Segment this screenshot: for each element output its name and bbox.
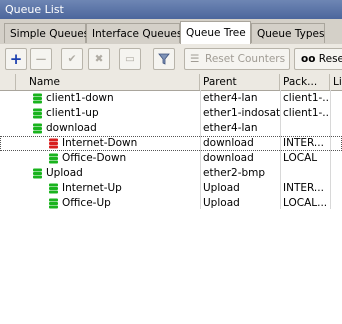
- cell-packet-marks: client1-...: [283, 107, 330, 119]
- cell-name: Office-Down: [62, 152, 127, 164]
- reset-all-counters-button[interactable]: oo Rese: [294, 48, 342, 70]
- column-header-name[interactable]: Name: [26, 74, 200, 90]
- filter-icon: [158, 53, 170, 65]
- column-header-parent[interactable]: Parent: [200, 74, 280, 90]
- remove-button[interactable]: −: [30, 48, 52, 70]
- oo-icon: oo: [301, 53, 316, 65]
- window-title: Queue List: [5, 3, 64, 16]
- reset-counters-icon: ☰: [190, 53, 200, 65]
- check-icon: ✔: [67, 53, 77, 65]
- cell-name: Internet-Up: [62, 182, 122, 194]
- column-header-limit[interactable]: Li: [330, 74, 342, 90]
- x-icon: ✖: [94, 53, 104, 65]
- queue-tree-table: Name Parent Pack... Li client1-down ether…: [0, 74, 342, 324]
- window-titlebar: Queue List: [0, 0, 342, 19]
- cell-name: client1-up: [46, 107, 99, 119]
- cell-parent: Upload: [203, 197, 240, 209]
- cell-parent: ether2-bmp: [203, 167, 266, 179]
- tab-queue-types[interactable]: Queue Types: [251, 23, 325, 43]
- reset-all-label: Rese: [318, 53, 342, 65]
- reset-counters-button[interactable]: ☰ Reset Counters: [184, 48, 290, 70]
- cell-name: client1-down: [46, 92, 114, 104]
- tab-interface-queues[interactable]: Interface Queues: [86, 23, 182, 43]
- table-row[interactable]: Upload ether2-bmp: [0, 166, 342, 181]
- table-row[interactable]: Office-Up Upload LOCAL...: [0, 196, 342, 211]
- cell-parent: ether4-lan: [203, 92, 258, 104]
- cell-packet-marks: client1-...: [283, 92, 330, 104]
- table-row[interactable]: client1-down ether4-lan client1-...: [0, 91, 342, 106]
- note-icon: ▭: [125, 53, 135, 65]
- toolbar: + − ✔ ✖ ▭ ☰ Reset Counters oo Rese: [0, 44, 342, 75]
- cell-name: Internet-Down: [62, 137, 138, 149]
- queue-disabled-icon: [48, 138, 59, 149]
- tab-queue-tree[interactable]: Queue Tree: [180, 21, 251, 44]
- cell-name: Office-Up: [62, 197, 111, 209]
- table-row[interactable]: Office-Down download LOCAL: [0, 151, 342, 166]
- queue-icon: [32, 108, 43, 119]
- table-row[interactable]: client1-up ether1-indosat client1-...: [0, 106, 342, 121]
- queue-icon: [32, 123, 43, 134]
- queue-icon: [48, 183, 59, 194]
- cell-parent: ether1-indosat: [203, 107, 280, 119]
- table-row[interactable]: download ether4-lan: [0, 121, 342, 136]
- table-row[interactable]: Internet-Up Upload INTER...: [0, 181, 342, 196]
- header-spacer: [0, 74, 16, 90]
- cell-parent: download: [203, 137, 254, 149]
- cell-packet-marks: [280, 166, 330, 181]
- add-button[interactable]: +: [5, 48, 27, 70]
- comment-button[interactable]: ▭: [119, 48, 141, 70]
- queue-icon: [32, 168, 43, 179]
- plus-icon: +: [9, 50, 23, 68]
- queue-icon: [48, 153, 59, 164]
- table-header: Name Parent Pack... Li: [0, 74, 342, 91]
- cell-packet-marks: LOCAL: [283, 152, 318, 164]
- queue-icon: [32, 93, 43, 104]
- cell-packet-marks: INTER...: [283, 182, 324, 194]
- cell-name: download: [46, 122, 97, 134]
- cell-packet-marks: INTER...: [283, 137, 324, 149]
- cell-packet-marks: LOCAL...: [283, 197, 328, 209]
- cell-parent: Upload: [203, 182, 240, 194]
- queue-icon: [48, 198, 59, 209]
- column-header-packet-marks[interactable]: Pack...: [280, 74, 330, 90]
- tab-simple-queues[interactable]: Simple Queues: [4, 23, 89, 43]
- table-row[interactable]: Internet-Down download INTER...: [0, 136, 342, 151]
- enable-button[interactable]: ✔: [61, 48, 83, 70]
- cell-parent: download: [203, 152, 254, 164]
- filter-button[interactable]: [153, 48, 175, 70]
- reset-counters-label: Reset Counters: [205, 53, 286, 65]
- cell-parent: ether4-lan: [203, 122, 258, 134]
- tab-bar: Simple Queues Interface Queues Queue Tre…: [0, 19, 342, 45]
- minus-icon: −: [34, 50, 48, 68]
- cell-name: Upload: [46, 167, 83, 179]
- cell-packet-marks: [280, 121, 330, 136]
- disable-button[interactable]: ✖: [88, 48, 110, 70]
